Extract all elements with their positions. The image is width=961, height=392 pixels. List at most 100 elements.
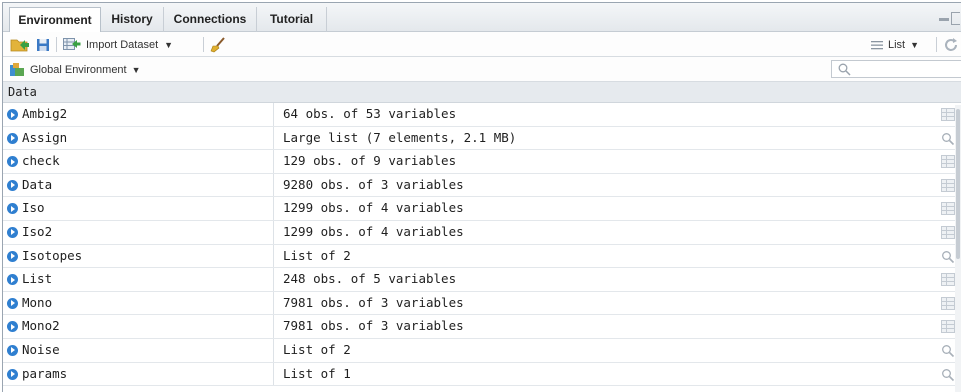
search-icon[interactable] bbox=[941, 368, 955, 381]
view-table-icon[interactable] bbox=[941, 273, 955, 287]
minimize-icon[interactable] bbox=[939, 18, 949, 21]
table-row[interactable]: List 248 obs. of 5 variables bbox=[3, 268, 961, 292]
table-row[interactable]: Ambig2 64 obs. of 53 variables bbox=[3, 103, 961, 127]
table-row[interactable]: Isotopes List of 2 bbox=[3, 244, 961, 269]
variable-value: 1299 obs. of 4 variables bbox=[283, 200, 464, 216]
import-dataset-label: Import Dataset bbox=[86, 38, 159, 51]
save-workspace-button[interactable] bbox=[36, 36, 50, 53]
tab-history[interactable]: History bbox=[101, 7, 164, 32]
variable-name: Data bbox=[22, 176, 53, 192]
view-table-icon[interactable] bbox=[941, 202, 955, 216]
variable-list: Ambig2 64 obs. of 53 variables Assign Large… bbox=[3, 103, 961, 387]
expand-arrow-icon[interactable] bbox=[7, 109, 18, 120]
toolbar: Import Dataset ▼ List ▼ bbox=[3, 32, 961, 57]
chevron-down-icon: ▼ bbox=[131, 64, 141, 75]
environment-icon bbox=[10, 62, 24, 76]
table-row[interactable]: check 129 obs. of 9 variables bbox=[3, 150, 961, 174]
variable-value: 7981 obs. of 3 variables bbox=[283, 318, 464, 334]
search-icon[interactable] bbox=[941, 250, 955, 263]
view-table-icon[interactable] bbox=[941, 155, 955, 169]
open-workspace-button[interactable] bbox=[10, 36, 30, 53]
table-row[interactable]: Mono 7981 obs. of 3 variables bbox=[3, 291, 961, 316]
variable-value: 129 obs. of 9 variables bbox=[283, 153, 457, 169]
search-icon[interactable] bbox=[941, 344, 955, 358]
expand-arrow-icon[interactable] bbox=[7, 156, 18, 168]
window-controls bbox=[939, 12, 961, 26]
variable-name: Iso bbox=[22, 200, 45, 216]
tab-tutorial[interactable]: Tutorial bbox=[257, 7, 327, 32]
table-row[interactable]: Mono2 7981 obs. of 3 variables bbox=[3, 315, 961, 339]
search-icon[interactable] bbox=[941, 132, 955, 145]
column-divider bbox=[273, 126, 274, 150]
column-divider bbox=[273, 362, 274, 386]
column-divider bbox=[273, 150, 274, 173]
tab-environment[interactable]: Environment bbox=[9, 7, 101, 33]
table-row[interactable]: Iso 1299 obs. of 4 variables bbox=[3, 197, 961, 221]
variable-value: 64 obs. of 53 variables bbox=[283, 106, 457, 121]
variable-name: Ambig2 bbox=[22, 106, 68, 121]
variable-value: List of 1 bbox=[283, 365, 351, 381]
view-table-icon[interactable] bbox=[941, 320, 955, 334]
view-table-icon[interactable] bbox=[941, 296, 955, 310]
table-row[interactable]: Noise List of 2 bbox=[3, 338, 961, 363]
import-dataset-button[interactable]: Import Dataset ▼ bbox=[63, 36, 173, 53]
scrollbar[interactable] bbox=[955, 105, 961, 392]
view-mode-dropdown[interactable]: List ▼ bbox=[871, 36, 919, 53]
chevron-down-icon: ▼ bbox=[910, 39, 920, 50]
variable-name: Iso2 bbox=[22, 223, 53, 239]
table-row[interactable]: Assign Large list (7 elements, 2.1 MB) bbox=[3, 126, 961, 151]
variable-value: 248 obs. of 5 variables bbox=[283, 271, 457, 287]
clear-workspace-button[interactable] bbox=[210, 36, 226, 53]
environment-bar: Global Environment ▼ bbox=[3, 57, 961, 82]
refresh-button[interactable] bbox=[943, 36, 959, 53]
expand-arrow-icon[interactable] bbox=[7, 226, 18, 238]
column-divider bbox=[273, 244, 274, 268]
column-divider bbox=[273, 291, 274, 315]
tab-connections[interactable]: Connections bbox=[164, 7, 257, 32]
environment-pane: Environment History Connections Tutorial bbox=[2, 2, 961, 392]
maximize-icon[interactable] bbox=[951, 12, 960, 25]
column-divider bbox=[273, 268, 274, 291]
chevron-down-icon: ▼ bbox=[164, 39, 174, 50]
table-row[interactable]: params List of 1 bbox=[3, 362, 961, 387]
table-row[interactable]: Iso2 1299 obs. of 4 variables bbox=[3, 220, 961, 245]
import-dataset-icon bbox=[63, 38, 81, 50]
variable-value: Large list (7 elements, 2.1 MB) bbox=[283, 129, 517, 145]
table-row[interactable]: Data 9280 obs. of 3 variables bbox=[3, 173, 961, 198]
column-divider bbox=[273, 173, 274, 197]
expand-arrow-icon[interactable] bbox=[7, 297, 18, 309]
variable-value: List of 2 bbox=[283, 341, 351, 357]
variable-name: check bbox=[22, 153, 60, 169]
expand-arrow-icon[interactable] bbox=[7, 368, 18, 380]
environment-dropdown[interactable]: Global Environment ▼ bbox=[10, 61, 141, 78]
expand-arrow-icon[interactable] bbox=[7, 250, 18, 262]
list-icon bbox=[871, 40, 883, 49]
expand-arrow-icon[interactable] bbox=[7, 203, 18, 215]
open-folder-icon bbox=[10, 39, 29, 52]
toolbar-separator bbox=[936, 37, 937, 52]
scroll-thumb[interactable] bbox=[956, 109, 960, 259]
search-input[interactable] bbox=[831, 60, 961, 78]
column-divider bbox=[273, 197, 274, 220]
expand-arrow-icon[interactable] bbox=[7, 132, 18, 144]
broom-icon bbox=[210, 36, 225, 52]
variable-name: Mono bbox=[22, 294, 53, 310]
variable-name: Isotopes bbox=[22, 247, 83, 263]
toolbar-separator bbox=[203, 37, 204, 52]
view-table-icon[interactable] bbox=[941, 225, 955, 239]
expand-arrow-icon[interactable] bbox=[7, 179, 18, 191]
view-table-icon[interactable] bbox=[941, 108, 955, 121]
view-table-icon[interactable] bbox=[941, 178, 955, 192]
variable-value: 9280 obs. of 3 variables bbox=[283, 176, 464, 192]
expand-arrow-icon[interactable] bbox=[7, 344, 18, 356]
expand-arrow-icon[interactable] bbox=[7, 321, 18, 333]
column-divider bbox=[273, 103, 274, 126]
view-mode-label: List bbox=[888, 38, 906, 51]
tab-bar: Environment History Connections Tutorial bbox=[3, 3, 961, 33]
variable-name: Mono2 bbox=[22, 318, 60, 334]
variable-value: 7981 obs. of 3 variables bbox=[283, 294, 464, 310]
variable-name: Assign bbox=[22, 129, 68, 145]
expand-arrow-icon[interactable] bbox=[7, 274, 18, 286]
variable-value: 1299 obs. of 4 variables bbox=[283, 223, 464, 239]
save-icon bbox=[37, 38, 49, 51]
